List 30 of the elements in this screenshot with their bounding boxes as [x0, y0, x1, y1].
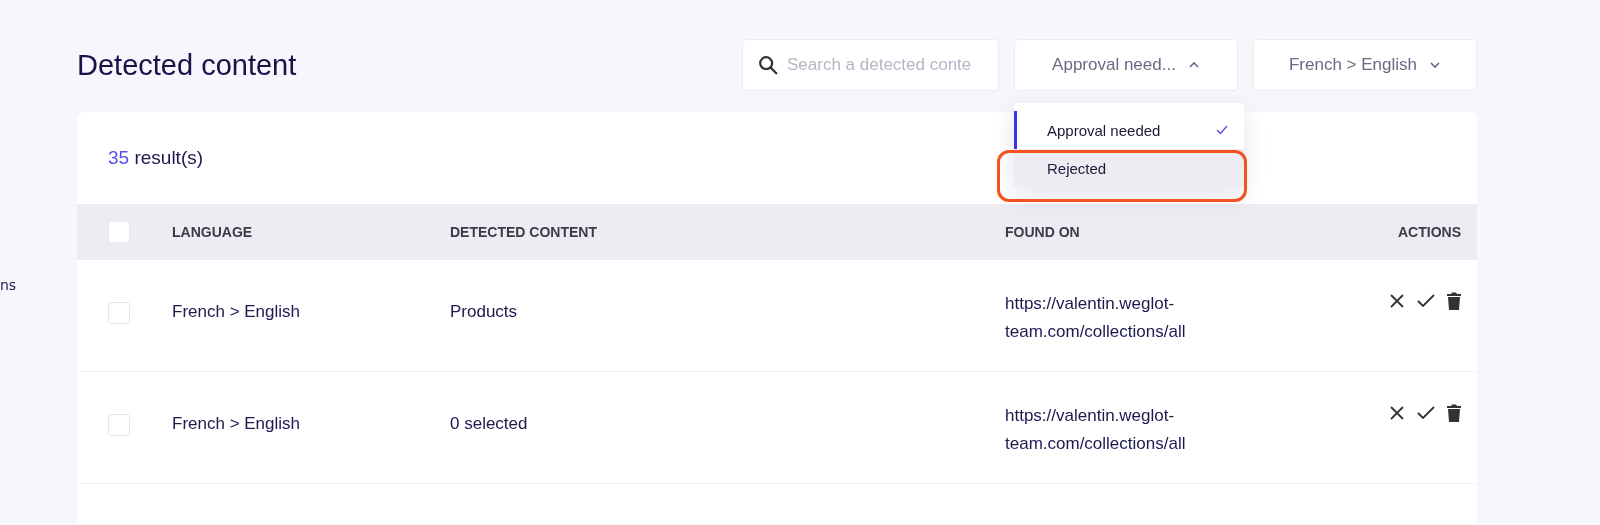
status-dropdown[interactable]: Approval need... — [1014, 39, 1238, 91]
trash-icon[interactable] — [1447, 404, 1461, 422]
column-header: DETECTED CONTENT — [450, 224, 598, 240]
sidebar-label[interactable]: ns — [0, 277, 17, 293]
language-dropdown[interactable]: French > English — [1253, 39, 1477, 91]
select-all-checkbox[interactable] — [108, 221, 130, 243]
column-header: FOUND ON — [1005, 224, 1081, 240]
results-count: 35 result(s) — [108, 147, 204, 169]
table-cell-text: https://valentin.weglot-team.com/collections/all — [1005, 405, 1187, 455]
check-icon[interactable] — [1417, 406, 1435, 420]
close-icon[interactable] — [1389, 293, 1405, 309]
column-header: LANGUAGE — [172, 224, 254, 240]
close-icon[interactable] — [1389, 405, 1405, 421]
column-header: ACTIONS — [1397, 224, 1461, 240]
chevron-down-icon — [1429, 61, 1441, 69]
chevron-up-icon — [1187, 61, 1200, 69]
table-cell-text: https://valentin.weglot-team.com/collections/all — [1005, 293, 1187, 343]
search-box[interactable]: Search a detected conte — [742, 39, 999, 91]
search-icon — [757, 54, 779, 76]
check-icon — [1216, 125, 1228, 135]
check-icon[interactable] — [1417, 294, 1435, 308]
table-cell-text: French > English — [172, 414, 302, 434]
table-cell-text: Products — [450, 302, 519, 322]
table-cell-text: French > English — [172, 302, 302, 322]
trash-icon[interactable] — [1447, 292, 1461, 310]
page-title: Detected content — [77, 48, 297, 82]
row-checkbox[interactable] — [108, 414, 130, 436]
table-cell-text: 0 selected — [450, 414, 529, 434]
menu-option[interactable]: Rejected — [1014, 149, 1244, 187]
row-checkbox[interactable] — [108, 302, 130, 324]
